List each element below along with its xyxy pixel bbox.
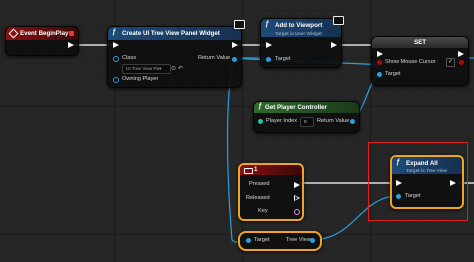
- create-widget-title: Create UI Tree View Panel Widget: [122, 30, 220, 37]
- reset-icon[interactable]: ↶: [178, 65, 183, 72]
- tree-view-pin[interactable]: [310, 238, 315, 243]
- set-output-pin[interactable]: [459, 60, 464, 65]
- exec-out-pin[interactable]: [450, 180, 456, 186]
- key-event-title: 1: [254, 166, 258, 173]
- expand-all-title: Expand All: [406, 160, 438, 167]
- set-title: SET: [414, 39, 427, 46]
- show-mouse-cursor-label: Show Mouse Cursor: [385, 59, 436, 65]
- create-widget-node[interactable]: ƒ Create UI Tree View Panel Widget Class…: [107, 26, 242, 88]
- monitor-icon: [333, 16, 344, 25]
- exec-in-pin[interactable]: [396, 180, 402, 186]
- player-index-input[interactable]: 0: [300, 117, 314, 127]
- expand-all-node[interactable]: ƒ Expand All Target is Tree View Target: [390, 155, 464, 209]
- function-icon: ƒ: [112, 29, 116, 36]
- exec-in-pin[interactable]: [377, 51, 383, 57]
- return-value-pin[interactable]: [350, 119, 355, 124]
- released-label: Released: [246, 195, 270, 201]
- tree-view-label: Tree View: [286, 237, 311, 243]
- function-icon: ƒ: [396, 159, 400, 166]
- return-value-label: Return Value: [317, 118, 350, 124]
- function-icon: ƒ: [265, 21, 269, 28]
- exec-out-pin[interactable]: [232, 42, 238, 48]
- target-pin[interactable]: [246, 238, 251, 243]
- get-player-controller-title: Get Player Controller: [265, 104, 327, 111]
- exec-in-pin[interactable]: [266, 42, 272, 48]
- target-label: Target: [385, 71, 401, 77]
- target-pin[interactable]: [266, 57, 271, 62]
- target-label: Target: [254, 237, 270, 243]
- pressed-label: Pressed: [249, 181, 270, 187]
- add-to-viewport-title: Add to Viewport: [275, 22, 323, 29]
- exec-out-pin[interactable]: [331, 42, 337, 48]
- delegate-pin-icon[interactable]: [69, 31, 74, 36]
- class-label: Class: [122, 55, 136, 61]
- tree-view-getter-node[interactable]: Target Tree View: [238, 231, 322, 251]
- owning-player-pin[interactable]: [113, 77, 119, 83]
- function-icon: ƒ: [258, 103, 262, 110]
- event-beginplay-node[interactable]: Event BeginPlay: [5, 26, 79, 56]
- key-label: Key: [258, 208, 268, 214]
- event-diamond-icon: [8, 28, 19, 39]
- add-to-viewport-node[interactable]: ƒ Add to Viewport Target is User Widget …: [260, 16, 344, 68]
- key-pin[interactable]: [294, 209, 300, 215]
- expand-all-subtitle: Target is Tree View: [406, 168, 448, 173]
- show-mouse-cursor-pin[interactable]: [377, 60, 382, 65]
- return-value-pin[interactable]: [232, 57, 237, 62]
- key-1-event-node[interactable]: 1 Pressed Released Key: [238, 163, 304, 221]
- exec-out-pin[interactable]: [68, 42, 74, 48]
- keyboard-icon: [244, 168, 253, 174]
- class-pin[interactable]: [113, 56, 119, 62]
- pressed-exec-pin[interactable]: [294, 182, 300, 188]
- monitor-icon-create: [234, 20, 245, 29]
- get-player-controller-node[interactable]: ƒ Get Player Controller Player Index 0 R…: [253, 101, 360, 133]
- target-pin[interactable]: [377, 72, 382, 77]
- show-mouse-cursor-checkbox[interactable]: ✓: [446, 58, 455, 67]
- add-to-viewport-subtitle: Target is User Widget: [275, 31, 322, 36]
- target-pin[interactable]: [396, 194, 401, 199]
- set-node[interactable]: SET Show Mouse Cursor ✓ Target: [371, 36, 469, 86]
- released-exec-pin[interactable]: [294, 195, 300, 201]
- player-index-pin[interactable]: [258, 119, 263, 124]
- player-index-label: Player Index: [266, 118, 298, 124]
- return-value-label: Return Value: [198, 55, 231, 61]
- exec-out-pin[interactable]: [458, 51, 464, 57]
- owning-player-label: Owning Player: [122, 76, 159, 82]
- target-label: Target: [275, 56, 291, 62]
- browse-icon[interactable]: ⊙: [171, 65, 176, 72]
- blueprint-graph-canvas[interactable]: Event BeginPlay ƒ Create UI Tree View Pa…: [0, 0, 474, 262]
- exec-in-pin[interactable]: [113, 42, 119, 48]
- target-label: Target: [405, 193, 421, 199]
- class-dropdown[interactable]: UI Tree View Pa▾: [122, 64, 171, 74]
- event-beginplay-title: Event BeginPlay: [20, 30, 69, 37]
